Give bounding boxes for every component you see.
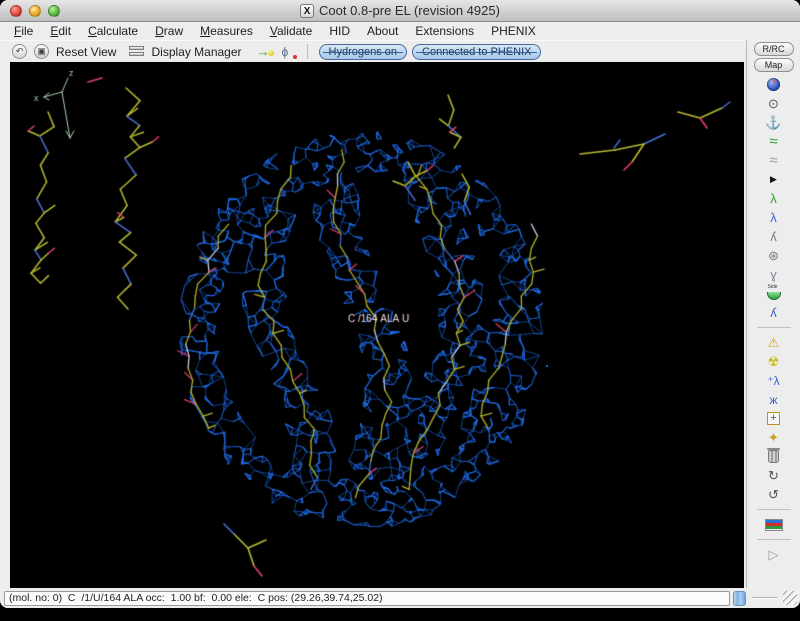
toolbar-separator bbox=[757, 509, 791, 510]
undo-icon[interactable]: ↻ bbox=[768, 466, 779, 485]
menu-draw[interactable]: Draw bbox=[155, 24, 183, 38]
statusbar-scroll-thumb[interactable] bbox=[733, 591, 746, 606]
coot-window: X Coot 0.8-pre EL (revision 4925) File Ed… bbox=[0, 0, 800, 608]
display-manager-button[interactable]: Display Manager bbox=[151, 45, 241, 59]
rotate-translate-icon[interactable]: λ bbox=[770, 208, 777, 227]
auto-fit-rotamer-icon[interactable]: ʎ bbox=[770, 227, 777, 246]
status-text-field: (mol. no: 0) C /1/U/164 ALA occ: 1.00 bf… bbox=[4, 591, 730, 606]
right-toolbar-panel: R/RCMap ⊙⚓≈≈▶λλʎ⊛ɣSideʎ⚠☢⁺λж+✦↻↺▷ bbox=[746, 40, 800, 588]
toggle-hydrogens-on[interactable]: Hydrogens on bbox=[319, 44, 408, 60]
edit-backbone-icon[interactable]: ɣ bbox=[770, 265, 777, 284]
regularize-zone-icon[interactable]: ≈ bbox=[769, 151, 777, 170]
clear-pending-icon[interactable]: ✦ bbox=[768, 428, 779, 447]
fixed-atoms-icon[interactable]: ▶ bbox=[770, 170, 777, 189]
recentre-button[interactable]: ▣ bbox=[34, 44, 49, 59]
add-terminal-residue-icon[interactable]: ⁺λ bbox=[767, 371, 779, 390]
redo-icon[interactable]: ↺ bbox=[768, 485, 779, 504]
zoom-window-button[interactable] bbox=[48, 5, 60, 17]
modelling-toolbar: ⊙⚓≈≈▶λλʎ⊛ɣSideʎ⚠☢⁺λж+✦↻↺▷ bbox=[747, 75, 800, 564]
menu-edit[interactable]: Edit bbox=[50, 24, 71, 38]
window-controls bbox=[10, 5, 60, 17]
close-window-button[interactable] bbox=[10, 5, 22, 17]
menu-calculate[interactable]: Calculate bbox=[88, 24, 138, 38]
display-manager-icon[interactable] bbox=[129, 46, 144, 58]
add-alt-conf-icon[interactable]: ж bbox=[769, 390, 777, 409]
delete-item-icon[interactable] bbox=[768, 447, 779, 466]
place-atom-icon[interactable]: + bbox=[767, 409, 780, 428]
statusbar: (mol. no: 0) C /1/U/164 ALA occ: 1.00 bf… bbox=[0, 588, 800, 608]
recentre-view-icon[interactable]: ⊙ bbox=[768, 94, 779, 113]
menu-validate[interactable]: Validate bbox=[270, 24, 313, 38]
gl-viewport[interactable] bbox=[10, 62, 744, 588]
toolbar-separator bbox=[757, 539, 791, 540]
titlebar[interactable]: X Coot 0.8-pre EL (revision 4925) bbox=[0, 0, 800, 22]
real-space-refine-icon[interactable]: ≈ bbox=[769, 132, 777, 151]
toolbar-separator bbox=[307, 44, 308, 59]
minimize-window-button[interactable] bbox=[29, 5, 41, 17]
menu-extensions[interactable]: Extensions bbox=[415, 24, 474, 38]
run-script-icon[interactable]: ▷ bbox=[769, 545, 779, 564]
toolbar-toggles: Hydrogens onConnected to PHENIX bbox=[319, 44, 542, 60]
goto-atom-icon[interactable]: → bbox=[257, 45, 275, 59]
menu-about[interactable]: About bbox=[367, 24, 398, 38]
menu-measures[interactable]: Measures bbox=[200, 24, 253, 38]
map-sphere-icon[interactable] bbox=[767, 75, 780, 94]
statusbar-groove bbox=[752, 597, 778, 599]
menu-file[interactable]: File bbox=[14, 24, 33, 38]
toolbar: ↶ ▣ Reset View Display Manager → ϕ Hydro… bbox=[0, 40, 746, 62]
window-title-text: Coot 0.8-pre EL (revision 4925) bbox=[319, 3, 500, 18]
anchor-fix-atoms-icon[interactable]: ⚓ bbox=[765, 113, 781, 132]
toolbar-separator bbox=[757, 327, 791, 328]
environment-distances-icon[interactable]: ϕ bbox=[282, 45, 296, 59]
side-chain-180-icon[interactable]: Side bbox=[767, 284, 781, 303]
menubar: File Edit Calculate Draw Measures Validate HID… bbox=[0, 22, 800, 40]
rotamers-icon[interactable]: ⊛ bbox=[768, 246, 779, 265]
menu-phenix[interactable]: PHENIX bbox=[491, 24, 536, 38]
previous-view-button[interactable]: ↶ bbox=[12, 44, 27, 59]
window-title: X Coot 0.8-pre EL (revision 4925) bbox=[0, 3, 800, 18]
x11-app-icon: X bbox=[300, 4, 314, 18]
menu-hid[interactable]: HID bbox=[329, 24, 350, 38]
jiggle-fit-icon[interactable]: ʎ bbox=[770, 303, 777, 322]
reset-view-button[interactable]: Reset View bbox=[56, 45, 116, 59]
rrc-button[interactable]: R/RC bbox=[754, 42, 794, 56]
flag-icon[interactable] bbox=[765, 515, 783, 534]
map-button[interactable]: Map bbox=[754, 58, 794, 72]
rigid-body-fit-icon[interactable]: λ bbox=[770, 189, 777, 208]
left-margin bbox=[0, 62, 10, 588]
right-panel-buttons: R/RC Map bbox=[747, 42, 800, 72]
gl-canvas[interactable] bbox=[10, 62, 744, 588]
toggle-connected-to-phenix[interactable]: Connected to PHENIX bbox=[412, 44, 541, 60]
resize-grip[interactable] bbox=[783, 591, 797, 605]
mutate-icon[interactable]: ☢ bbox=[768, 352, 780, 371]
pepflip-icon[interactable]: ⚠ bbox=[768, 333, 780, 352]
